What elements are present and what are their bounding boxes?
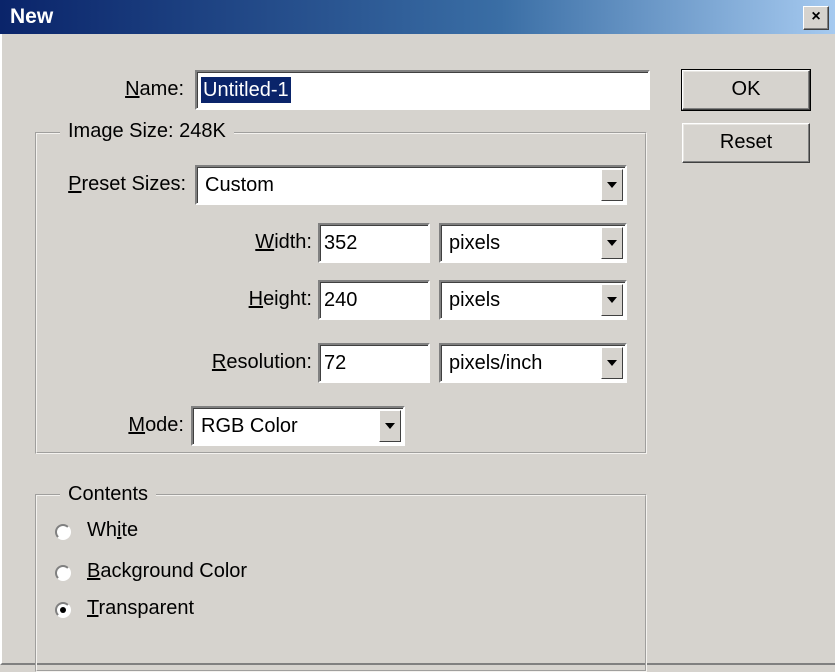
height-unit-select[interactable]: pixels <box>439 280 627 320</box>
resolution-label: Resolution: <box>211 351 312 373</box>
name-input[interactable]: Untitled-1 <box>195 70 650 110</box>
preset-sizes-select[interactable]: Custom <box>195 165 627 205</box>
image-size-legend: Image Size: 248K <box>60 120 234 143</box>
width-unit-select[interactable]: pixels <box>439 223 627 263</box>
mode-label: Mode: <box>128 414 184 436</box>
reset-button[interactable]: Reset <box>682 123 810 163</box>
radio-background-color-label[interactable]: Background Color <box>87 560 247 583</box>
chevron-down-icon[interactable] <box>379 410 401 442</box>
radio-white-label[interactable]: White <box>87 519 138 542</box>
contents-legend: Contents <box>60 483 157 506</box>
radio-transparent[interactable] <box>55 602 71 618</box>
radio-white[interactable] <box>55 524 71 540</box>
chevron-down-icon[interactable] <box>601 227 623 259</box>
dialog-body: Name: Untitled-1 OK Reset Image Size: 24… <box>0 34 835 672</box>
height-label: Height: <box>248 288 312 310</box>
resolution-unit-value: pixels/inch <box>449 352 543 374</box>
chevron-down-icon[interactable] <box>601 169 623 201</box>
ok-button[interactable]: OK <box>681 69 811 111</box>
radio-transparent-label[interactable]: Transparent <box>87 597 194 620</box>
name-value: Untitled-1 <box>201 77 291 103</box>
preset-sizes-value: Custom <box>205 174 274 196</box>
close-button[interactable]: × <box>803 6 829 30</box>
title-bar: New × <box>0 0 835 34</box>
chevron-down-icon[interactable] <box>601 347 623 379</box>
width-label: Width: <box>255 231 312 253</box>
mode-select[interactable]: RGB Color <box>191 406 405 446</box>
resolution-input[interactable]: 72 <box>318 343 430 383</box>
preset-sizes-label: Preset Sizes: <box>68 173 186 195</box>
close-icon: × <box>811 8 821 25</box>
width-input[interactable]: 352 <box>318 223 430 263</box>
height-unit-value: pixels <box>449 289 501 311</box>
width-unit-value: pixels <box>449 232 501 254</box>
chevron-down-icon[interactable] <box>601 284 623 316</box>
resolution-unit-select[interactable]: pixels/inch <box>439 343 627 383</box>
window-title: New <box>10 5 54 28</box>
radio-background-color[interactable] <box>55 565 71 581</box>
mode-value: RGB Color <box>201 415 298 437</box>
height-input[interactable]: 240 <box>318 280 430 320</box>
name-label: Name: <box>125 78 184 100</box>
